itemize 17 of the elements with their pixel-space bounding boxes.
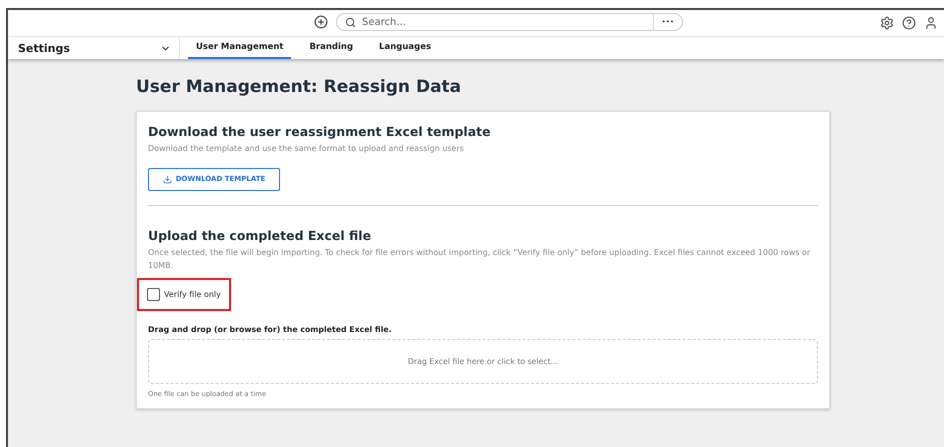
checkbox[interactable] <box>147 288 160 302</box>
section-heading: Upload the completed Excel file <box>148 228 372 243</box>
user-icon[interactable] <box>924 16 938 30</box>
section-description: Once selected, the file will begin importing. To check for file errors without importing, click “Verify file only” before uploading. Excel files cannot exceed 1000 rows or 10MB. <box>148 246 812 272</box>
checkbox-label: Verify file only <box>164 290 221 300</box>
settings-dropdown[interactable]: Settings <box>8 37 180 59</box>
add-icon[interactable] <box>314 15 328 29</box>
download-icon <box>162 174 172 184</box>
tab[interactable]: User Management <box>188 37 292 59</box>
help-icon[interactable] <box>902 16 916 30</box>
settings-icon[interactable] <box>880 16 894 30</box>
page-title: User Management: Reassign Data <box>136 77 462 97</box>
tab[interactable]: Branding <box>301 37 362 59</box>
section-heading: Download the user reassignment Excel template <box>148 124 492 139</box>
tab[interactable]: Languages <box>371 37 440 59</box>
section-description: Download the template and use the same format to upload and reassign users <box>148 143 465 155</box>
search-icon <box>345 16 356 28</box>
